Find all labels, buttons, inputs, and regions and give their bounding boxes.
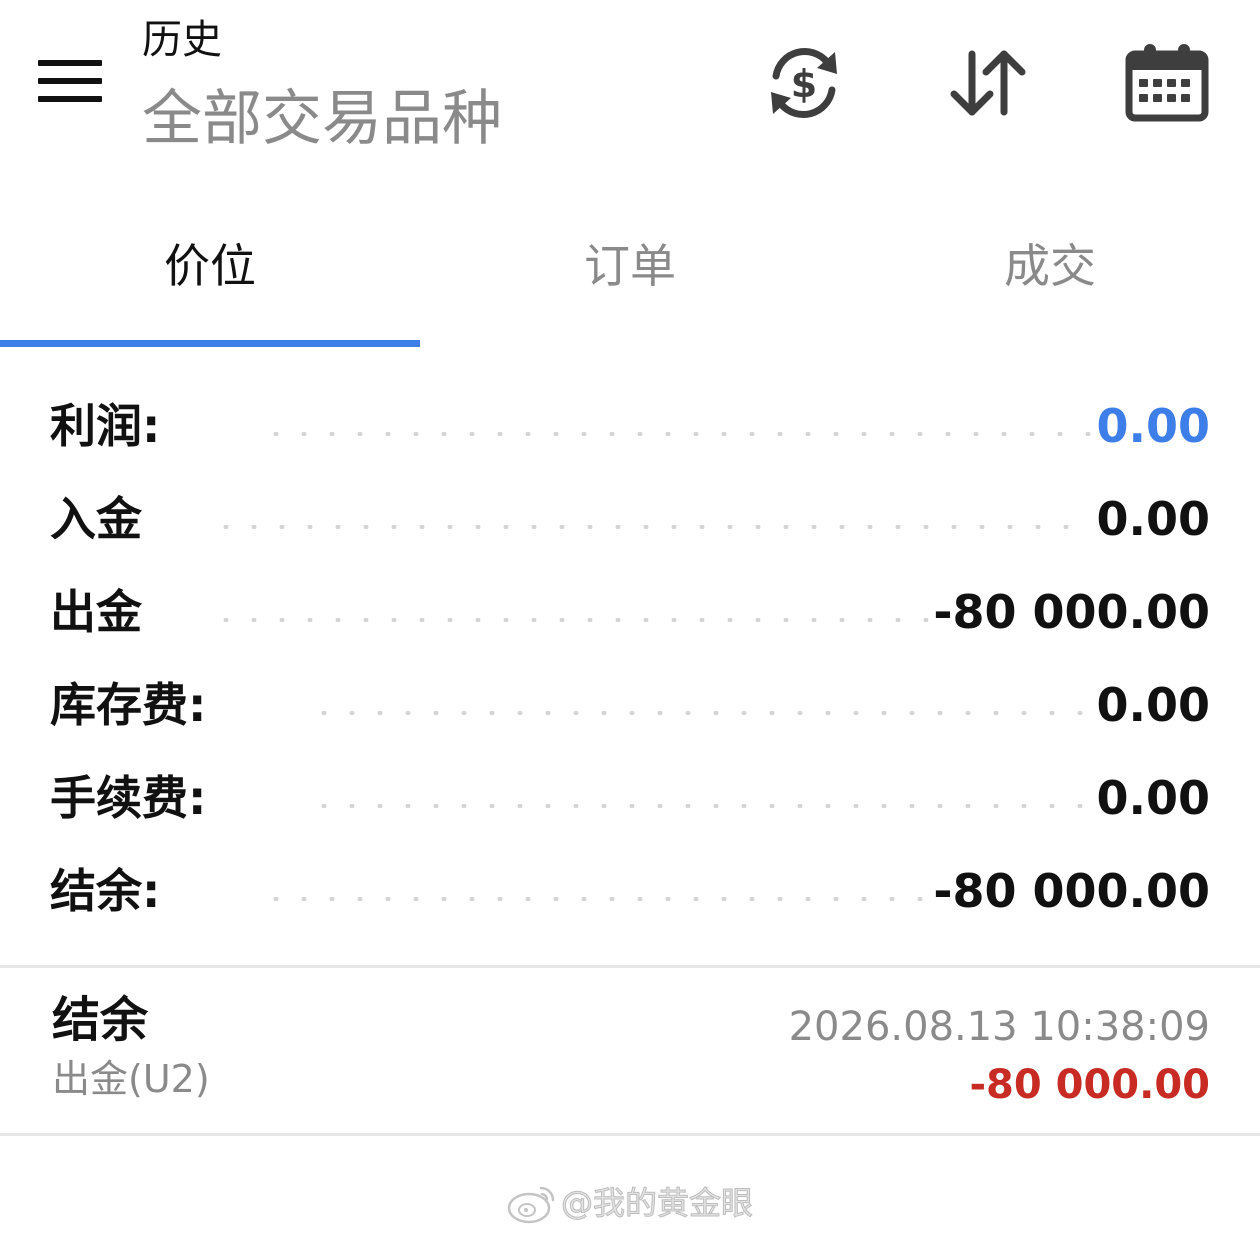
dotted-leader — [262, 432, 1092, 436]
summary-row-swap: 库存费: 0.00 — [0, 659, 1260, 752]
page-title: 历史 — [142, 17, 222, 63]
dotted-leader — [310, 711, 1092, 715]
deal-comment: 出金(U2) — [52, 1057, 210, 1101]
deposit-label: 入金 — [50, 492, 142, 546]
menu-icon[interactable] — [38, 60, 102, 102]
summary-row-commission: 手续费: 0.00 — [0, 752, 1260, 845]
dotted-leader — [212, 525, 1072, 529]
tab-positions[interactable]: 价位 — [0, 210, 420, 330]
deposit-value: 0.00 — [1096, 492, 1211, 546]
swap-value: 0.00 — [1096, 678, 1211, 732]
profit-label: 利润: — [50, 399, 161, 453]
list-divider — [0, 1133, 1260, 1136]
commission-label: 手续费: — [50, 771, 207, 825]
dotted-leader — [262, 897, 932, 901]
summary-row-deposit: 入金 0.00 — [0, 473, 1260, 566]
withdrawal-label: 出金 — [50, 585, 142, 639]
list-item[interactable]: 结余 出金(U2) 2026.08.13 10:38:09 -80 000.00 — [0, 970, 1260, 1133]
symbol-filter[interactable]: 全部交易品种 — [142, 82, 502, 156]
deal-type: 结余 — [52, 992, 149, 1048]
deal-amount: -80 000.00 — [969, 1062, 1210, 1108]
balance-label: 结余: — [50, 864, 161, 918]
swap-label: 库存费: — [50, 678, 207, 732]
history-tabs: 价位 订单 成交 — [0, 210, 1260, 347]
tab-orders[interactable]: 订单 — [420, 210, 840, 330]
section-divider — [0, 965, 1260, 968]
summary-row-balance: 结余: -80 000.00 — [0, 845, 1260, 938]
tab-deals[interactable]: 成交 — [840, 210, 1260, 330]
dotted-leader — [310, 804, 1092, 808]
profit-value: 0.00 — [1096, 399, 1211, 453]
app-header: 历史 全部交易品种 $ — [0, 0, 1260, 190]
sort-icon[interactable] — [944, 40, 1030, 126]
currency-exchange-icon[interactable]: $ — [761, 40, 847, 126]
commission-value: 0.00 — [1096, 771, 1211, 825]
weibo-logo-icon — [507, 1186, 555, 1224]
active-tab-indicator — [0, 340, 420, 347]
withdrawal-value: -80 000.00 — [933, 585, 1210, 639]
balance-value: -80 000.00 — [933, 864, 1210, 918]
dotted-leader — [212, 618, 932, 622]
watermark-text: @我的黄金眼 — [560, 1184, 754, 1223]
summary-row-withdrawal: 出金 -80 000.00 — [0, 566, 1260, 659]
deal-time: 2026.08.13 10:38:09 — [788, 1004, 1210, 1050]
summary-row-profit: 利润: 0.00 — [0, 380, 1260, 473]
calendar-icon[interactable] — [1124, 40, 1210, 126]
svg-text:$: $ — [791, 62, 817, 106]
